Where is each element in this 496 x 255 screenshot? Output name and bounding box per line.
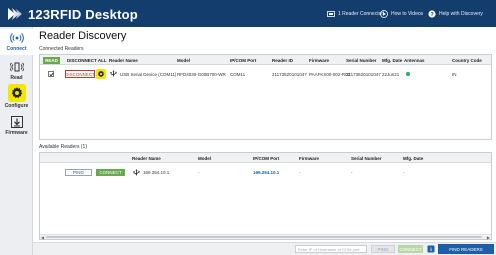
page-title: Reader Discovery xyxy=(39,30,127,42)
firmware-download-icon xyxy=(10,116,23,128)
table-header: Reader Name Model IP/COM Port Firmware S… xyxy=(40,153,491,163)
zebra-logo-icon xyxy=(8,8,22,20)
read-button[interactable]: READ xyxy=(43,57,60,64)
connect-button[interactable]: CONNECT xyxy=(96,169,125,176)
sidebar-item-label: Firmware xyxy=(5,130,28,136)
col-reader-name[interactable]: Reader Name xyxy=(109,58,138,63)
model-cell: RFD4030-G00B700-WR xyxy=(177,72,226,77)
col-reader-id[interactable]: Reader ID xyxy=(272,58,293,63)
connect-address-button[interactable]: CONNECT xyxy=(398,245,423,253)
reader-connected-indicator[interactable]: 1 Reader Connected xyxy=(327,9,384,19)
sidebar-item-label: Configure xyxy=(4,103,29,109)
network-reader-icon xyxy=(133,169,140,176)
sidebar: Connect Read Configure Firmware xyxy=(0,27,33,255)
mfg-date-cell: - xyxy=(403,170,405,175)
col-serial-number[interactable]: Serial Number xyxy=(351,156,382,161)
col-antennas[interactable]: Antennas xyxy=(404,58,425,63)
scroll-left-icon[interactable]: ◀ xyxy=(41,235,44,240)
serial-number-cell: 21173520101047 xyxy=(346,72,381,77)
disconnect-button[interactable]: DISCONNECT xyxy=(65,70,95,78)
connected-readers-label: Connected Readers xyxy=(39,46,84,52)
how-to-videos-link[interactable]: How to Videos xyxy=(380,9,423,19)
reader-name-cell: USB Serial Device (COM11) xyxy=(120,72,177,77)
help-link[interactable]: ? Help with Discovery xyxy=(428,9,483,19)
gear-icon xyxy=(97,70,105,77)
horizontal-scrollbar[interactable]: ◀ ▶ xyxy=(40,234,491,240)
how-to-videos-label: How to Videos xyxy=(391,11,424,17)
bottom-toolbar: PING CONNECT i FIND READERS xyxy=(33,242,496,255)
scrollbar-thumb[interactable] xyxy=(46,236,482,238)
col-mfg-date[interactable]: Mfg. Date xyxy=(382,58,402,63)
col-model[interactable]: Model xyxy=(198,156,211,161)
reader-connected-label: 1 Reader Connected xyxy=(338,11,385,17)
app-brand: 123RFID Desktop xyxy=(6,5,138,23)
ping-address-button[interactable]: PING xyxy=(371,245,395,253)
connected-readers-table: READ DISCONNECT ALL Reader Name Model IP… xyxy=(39,54,492,140)
sidebar-item-firmware[interactable]: Firmware xyxy=(0,113,33,139)
col-serial-number[interactable]: Serial Number xyxy=(346,58,377,63)
disconnect-all-button[interactable]: DISCONNECT ALL xyxy=(67,58,107,63)
sidebar-item-connect[interactable]: Connect xyxy=(0,29,33,55)
scroll-right-icon[interactable]: ▶ xyxy=(487,235,490,240)
sidebar-item-label: Connect xyxy=(6,46,27,52)
info-icon[interactable]: i xyxy=(427,245,435,253)
reader-icon xyxy=(327,11,335,17)
configure-highlight xyxy=(7,84,26,102)
find-readers-button[interactable]: FIND READERS xyxy=(438,244,494,254)
col-country-code[interactable]: Country Code xyxy=(452,58,482,63)
sidebar-item-label: Read xyxy=(10,75,23,81)
reader-name-cell: 169.254.10.1 xyxy=(143,170,170,175)
col-firmware[interactable]: Firmware xyxy=(299,156,319,161)
antenna-icon xyxy=(9,33,24,43)
app-title: 123RFID Desktop xyxy=(28,6,138,22)
read-icon xyxy=(9,62,24,72)
checkmark-icon xyxy=(49,72,54,77)
play-icon xyxy=(380,10,388,18)
col-model[interactable]: Model xyxy=(177,58,190,63)
country-code-cell: IN xyxy=(452,72,457,77)
ping-button[interactable]: PING xyxy=(65,169,92,176)
col-firmware[interactable]: Firmware xyxy=(309,58,329,63)
col-ip-com-port[interactable]: IP/COM Port xyxy=(230,58,256,63)
col-ip-com-port[interactable]: IP/COM Port xyxy=(253,156,279,161)
antenna-status-dot xyxy=(406,72,410,76)
help-icon: ? xyxy=(428,10,436,18)
ip-com-port-cell: COM11 xyxy=(230,72,246,77)
available-readers-table: Reader Name Model IP/COM Port Firmware S… xyxy=(39,152,492,240)
firmware-cell: PAAFKS00-002-R02 xyxy=(309,72,351,77)
model-cell: - xyxy=(198,170,200,175)
available-readers-label: Available Readers (1) xyxy=(39,144,87,150)
sidebar-item-read[interactable]: Read xyxy=(0,58,33,84)
serial-number-cell: - xyxy=(351,170,353,175)
col-reader-name[interactable]: Reader Name xyxy=(132,156,161,161)
reader-select-checkbox[interactable] xyxy=(48,71,54,77)
sidebar-item-configure[interactable]: Configure xyxy=(0,84,33,110)
ip-com-port-cell[interactable]: 169.254.10.1 xyxy=(253,170,279,175)
help-label: Help with Discovery xyxy=(439,11,483,17)
reader-id-cell: 21173520101047 xyxy=(272,72,307,77)
mfg-date-cell: 22Jun21 xyxy=(382,72,400,77)
usb-icon xyxy=(110,70,117,77)
col-mfg-date[interactable]: Mfg. Date xyxy=(403,156,423,161)
ip-hostname-input[interactable] xyxy=(295,245,367,253)
reader-configure-button[interactable] xyxy=(96,69,106,79)
table-header: READ DISCONNECT ALL Reader Name Model IP… xyxy=(40,55,491,65)
firmware-cell: - xyxy=(299,170,301,175)
gear-icon xyxy=(11,87,22,98)
title-bar: 123RFID Desktop 1 Reader Connected How t… xyxy=(0,0,496,27)
